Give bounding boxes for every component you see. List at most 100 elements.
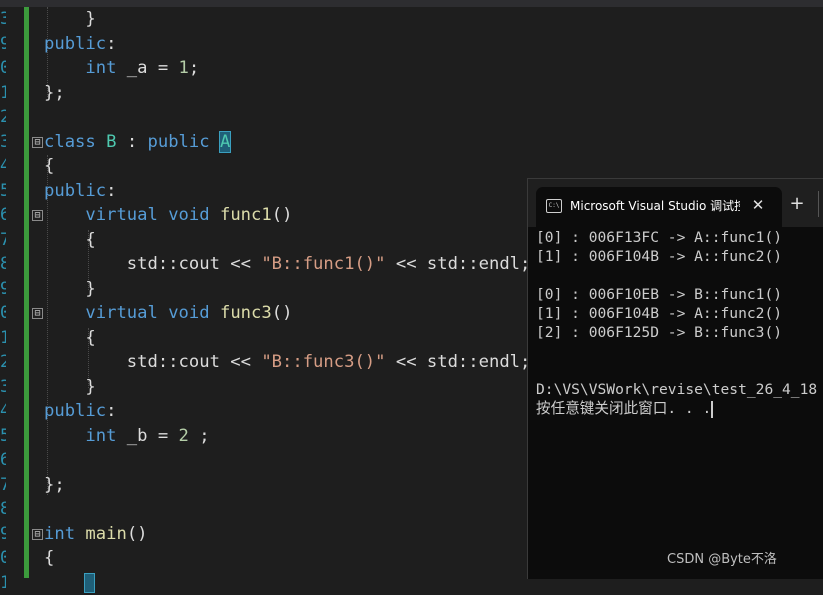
line-number: 0 <box>0 56 6 80</box>
line-number: 6 <box>0 448 6 472</box>
code-token: public <box>148 132 210 152</box>
code-token: << std::endl; <box>386 254 531 274</box>
code-line[interactable]: }; <box>44 473 65 498</box>
console-tab-title: Microsoft Visual Studio 调试控 <box>570 197 740 215</box>
code-token <box>44 205 85 225</box>
code-line[interactable]: { <box>44 546 54 571</box>
code-token: public <box>44 401 106 421</box>
code-token: A <box>220 132 230 152</box>
fold-toggle-icon[interactable]: ⊟ <box>32 529 43 540</box>
fold-toggle-icon[interactable]: ⊟ <box>32 308 43 319</box>
line-number: 3 <box>0 7 6 31</box>
code-token: : <box>116 132 147 152</box>
terminal-icon: C:\ <box>546 199 562 213</box>
code-token <box>44 58 85 78</box>
code-line[interactable] <box>44 571 94 595</box>
code-token: } <box>44 377 96 397</box>
code-token: int <box>85 58 116 78</box>
console-tab[interactable]: C:\ Microsoft Visual Studio 调试控 ✕ <box>536 187 782 227</box>
code-line[interactable]: } <box>44 7 96 32</box>
code-token: }; <box>44 475 65 495</box>
code-line[interactable]: { <box>44 326 96 351</box>
code-line[interactable]: public: <box>44 399 116 424</box>
console-line-text: 按任意键关闭此窗口. . . <box>536 400 711 417</box>
code-line[interactable]: int _a = 1; <box>44 56 199 81</box>
console-line: [1] : 006F104B -> A::func2() <box>536 304 782 323</box>
line-number: 1 <box>0 81 6 105</box>
code-token <box>210 205 220 225</box>
console-line: [2] : 006F125D -> B::func3() <box>536 323 782 342</box>
console-line: [0] : 006F10EB -> B::func1() <box>536 285 782 304</box>
code-line[interactable]: std::cout << "B::func3()" << std::endl; <box>44 350 530 375</box>
console-window[interactable]: C:\ Microsoft Visual Studio 调试控 ✕ + [0] … <box>527 178 823 579</box>
code-token: () <box>272 303 293 323</box>
code-token <box>96 132 106 152</box>
code-line[interactable]: class B : public A <box>44 130 230 155</box>
code-token: : <box>106 181 116 201</box>
code-line[interactable]: int main() <box>44 522 148 547</box>
console-line-text: D:\VS\VSWork\revise\test_26_4_18 <box>536 381 817 398</box>
console-line-text: [1] : 006F104B -> A::func2() <box>536 248 782 265</box>
code-token: ; <box>189 58 199 78</box>
code-token: { <box>44 156 54 176</box>
console-line-text: [0] : 006F13FC -> A::func1() <box>536 229 782 246</box>
code-line[interactable]: { <box>44 154 54 179</box>
code-token <box>44 573 85 593</box>
close-tab-icon[interactable]: ✕ <box>748 195 768 215</box>
line-number: 6 <box>0 203 6 227</box>
code-line[interactable]: virtual void func1() <box>44 203 292 228</box>
code-line[interactable]: public: <box>44 32 116 57</box>
editor-tab-bar <box>0 0 823 7</box>
code-token: : <box>106 401 116 421</box>
code-line[interactable]: { <box>44 228 96 253</box>
code-token: void <box>168 205 209 225</box>
code-line[interactable]: virtual void func3() <box>44 301 292 326</box>
code-token: ; <box>189 426 210 446</box>
line-number: 4 <box>0 399 6 423</box>
code-token: virtual <box>85 303 157 323</box>
console-line: [0] : 006F13FC -> A::func1() <box>536 228 782 247</box>
line-number: 2 <box>0 350 6 374</box>
code-token <box>75 524 85 544</box>
code-token: public <box>44 181 106 201</box>
code-token: int <box>85 426 116 446</box>
code-line[interactable]: int _b = 2 ; <box>44 424 210 449</box>
console-line: [1] : 006F104B -> A::func2() <box>536 247 782 266</box>
code-line[interactable]: } <box>44 277 96 302</box>
code-token: B <box>106 132 116 152</box>
code-token <box>44 303 85 323</box>
fold-toggle-icon[interactable]: ⊟ <box>32 210 43 221</box>
tab-dropdown-button[interactable] <box>818 191 823 217</box>
line-number: 9 <box>0 522 6 546</box>
line-number: 5 <box>0 424 6 448</box>
line-number: 0 <box>0 301 6 325</box>
line-number: 8 <box>0 497 6 521</box>
console-cursor <box>711 401 713 418</box>
code-token: virtual <box>85 205 157 225</box>
code-token <box>158 303 168 323</box>
console-line: 按任意键关闭此窗口. . . <box>536 399 713 418</box>
code-token <box>158 205 168 225</box>
code-token: func1 <box>220 205 272 225</box>
code-token: { <box>44 328 96 348</box>
code-line[interactable]: } <box>44 375 96 400</box>
code-token: public <box>44 34 106 54</box>
code-line[interactable]: public: <box>44 179 116 204</box>
code-line[interactable]: std::cout << "B::func1()" << std::endl; <box>44 252 530 277</box>
console-tab-strip: C:\ Microsoft Visual Studio 调试控 ✕ + <box>528 179 823 227</box>
new-tab-button[interactable]: + <box>786 193 808 215</box>
code-token: std::cout << <box>44 352 261 372</box>
line-number: 9 <box>0 32 6 56</box>
line-number: 1 <box>0 571 6 595</box>
code-token: 2 <box>179 426 189 446</box>
console-line-text: [1] : 006F104B -> A::func2() <box>536 305 782 322</box>
code-token: << std::endl; <box>386 352 531 372</box>
code-token: "B::func3()" <box>261 352 385 372</box>
code-token: func3 <box>220 303 272 323</box>
code-token: void <box>168 303 209 323</box>
code-token: 1 <box>179 58 189 78</box>
fold-toggle-icon[interactable]: ⊟ <box>32 137 43 148</box>
code-line[interactable]: }; <box>44 81 65 106</box>
code-token <box>210 132 220 152</box>
line-number: 4 <box>0 154 6 178</box>
